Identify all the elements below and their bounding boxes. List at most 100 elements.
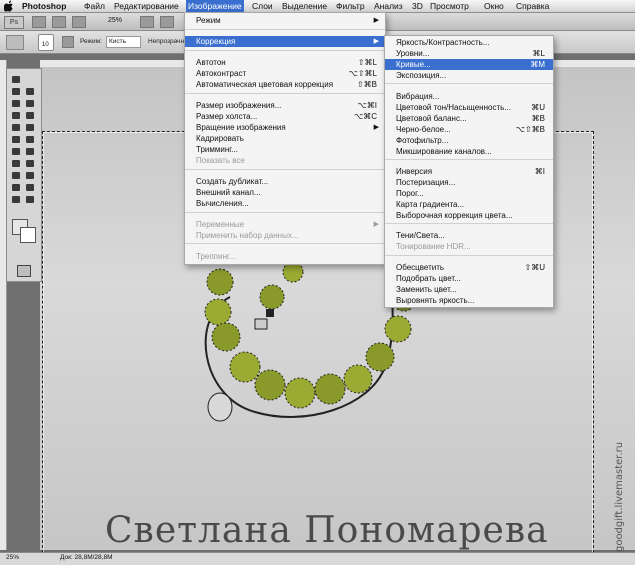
clone-stamp-tool-icon[interactable] (25, 123, 35, 132)
adjust-menu-item[interactable]: Цветовой тон/Насыщенность... ⌘U (385, 102, 553, 113)
adjust-menu-item[interactable]: Заменить цвет... (385, 284, 553, 295)
menu-separator (185, 29, 385, 30)
adjust-menu-item[interactable]: Уровни... ⌘L (385, 48, 553, 59)
image-menu-item[interactable]: Коррекция ▶ (185, 36, 385, 47)
move-tool-icon[interactable] (11, 75, 21, 84)
3d-rotate-tool-icon[interactable] (25, 183, 35, 192)
menu-select[interactable]: Выделение (282, 0, 327, 12)
adjust-menu-item-label: Выровнять яркость... (396, 296, 475, 305)
adjust-menu-item[interactable]: Вибрация... (385, 91, 553, 102)
extras-icon[interactable] (72, 16, 86, 28)
adjust-menu-item[interactable]: Яркость/Контрастность... (385, 37, 553, 48)
adjust-menu-item: Тонирование HDR... (385, 241, 553, 252)
lasso-tool-icon[interactable] (25, 87, 35, 96)
adjust-menu-item[interactable]: Фотофильтр... (385, 135, 553, 146)
image-menu-item[interactable]: Автоконтраст ⌥⇧⌘L (185, 68, 385, 79)
rotate-view-icon[interactable] (160, 16, 174, 28)
bridge-icon[interactable] (32, 16, 46, 28)
image-menu-item-label: Переменные (196, 220, 245, 229)
dodge-tool-icon[interactable] (11, 159, 21, 168)
adjust-menu-item[interactable]: Микширование каналов... (385, 146, 553, 157)
image-menu-item[interactable]: Вращение изображения ▶ (185, 122, 385, 133)
image-menu-item[interactable]: Тримминг... (185, 144, 385, 155)
menu-window[interactable]: Окно (484, 0, 504, 12)
adjust-menu-item[interactable]: Обесцветить ⇧⌘U (385, 262, 553, 273)
image-menu-item[interactable]: Автотон ⇧⌘L (185, 57, 385, 68)
adjust-menu-item-label: Фотофильтр... (396, 136, 449, 145)
menu-filter[interactable]: Фильтр (336, 0, 365, 12)
brush-tool-icon[interactable] (6, 35, 24, 50)
menu-view[interactable]: Просмотр (430, 0, 469, 12)
menu-file[interactable]: Файл (84, 0, 105, 12)
adjust-menu-item[interactable]: Подобрать цвет... (385, 273, 553, 284)
adjust-menu-item-label: Тонирование HDR... (396, 242, 471, 251)
marquee-tool-icon[interactable] (11, 87, 21, 96)
quick-select-tool-icon[interactable] (11, 99, 21, 108)
image-menu-item[interactable]: Размер изображения... ⌥⌘I (185, 100, 385, 111)
quick-mask-icon[interactable] (17, 265, 31, 277)
image-menu-item[interactable]: Кадрировать (185, 133, 385, 144)
menu-edit[interactable]: Редактирование (114, 0, 179, 12)
history-brush-tool-icon[interactable] (11, 135, 21, 144)
adjust-menu-item[interactable]: Черно-белое... ⌥⇧⌘B (385, 124, 553, 135)
adjust-menu-item[interactable]: Кривые... ⌘M (385, 59, 553, 70)
adjust-menu-item-label: Подобрать цвет... (396, 274, 461, 283)
menu-image[interactable]: Изображение (186, 0, 244, 12)
adjust-menu-item[interactable]: Инверсия ⌘I (385, 166, 553, 177)
minibridge-icon[interactable] (52, 16, 66, 28)
adjust-menu-item-label: Цветовой баланс... (396, 114, 467, 123)
adjust-menu-item[interactable]: Выборочная коррекция цвета... (385, 210, 553, 221)
image-menu-item[interactable]: Режим ▶ (185, 15, 385, 26)
brush-panel-icon[interactable] (62, 36, 74, 48)
adjust-menu-item[interactable]: Экспозиция... (385, 70, 553, 81)
blur-tool-icon[interactable] (25, 147, 35, 156)
hand-tool-icon[interactable] (11, 195, 21, 204)
status-zoom[interactable]: 25% (6, 554, 19, 561)
menu-analysis[interactable]: Анализ (374, 0, 403, 12)
image-menu-item-shortcut: ⌥⇧⌘L (348, 69, 377, 78)
image-menu-item-label: Размер изображения... (196, 101, 282, 110)
adjust-menu-item[interactable]: Тени/Света... (385, 230, 553, 241)
zoom-tool-icon[interactable] (25, 195, 35, 204)
crop-tool-icon[interactable] (25, 99, 35, 108)
apple-icon[interactable] (4, 0, 14, 12)
gradient-tool-icon[interactable] (11, 147, 21, 156)
eraser-tool-icon[interactable] (25, 135, 35, 144)
image-menu-item[interactable]: Автоматическая цветовая коррекция ⇧⌘B (185, 79, 385, 90)
adjust-menu-item-label: Черно-белое... (396, 125, 451, 134)
adjust-menu-item-shortcut: ⌘I (534, 167, 545, 176)
image-menu-item[interactable]: Внешний канал... (185, 187, 385, 198)
eyedropper-tool-icon[interactable] (11, 111, 21, 120)
adjust-menu-item[interactable]: Карта градиента... (385, 199, 553, 210)
healing-tool-icon[interactable] (25, 111, 35, 120)
image-menu-item-shortcut: ⇧⌘L (357, 58, 377, 67)
menu-layers[interactable]: Слои (252, 0, 273, 12)
menu-help[interactable]: Справка (516, 0, 549, 12)
image-menu-item[interactable]: Размер холста... ⌥⌘C (185, 111, 385, 122)
adjust-menu-item[interactable]: Постеризация... (385, 177, 553, 188)
path-select-tool-icon[interactable] (25, 171, 35, 180)
image-menu-item[interactable]: Вычисления... (185, 198, 385, 209)
adjust-menu-item[interactable]: Выровнять яркость... (385, 295, 553, 306)
image-menu-item-label: Применить набор данных... (196, 231, 299, 240)
menu-3d[interactable]: 3D (412, 0, 423, 12)
background-color-swatch[interactable] (20, 227, 36, 243)
brush-preset-picker[interactable]: 10 (38, 34, 54, 51)
menu-photoshop[interactable]: Photoshop (22, 0, 66, 12)
adjust-menu-item-label: Постеризация... (396, 178, 456, 187)
adjust-menu-item[interactable]: Порог... (385, 188, 553, 199)
adjust-menu-item-shortcut: ⌥⇧⌘B (515, 125, 545, 134)
watermark-text: goodgift.livemaster.ru (614, 441, 625, 552)
type-tool-icon[interactable] (11, 171, 21, 180)
pen-tool-icon[interactable] (25, 159, 35, 168)
image-menu-item[interactable]: Создать дубликат... (185, 176, 385, 187)
shape-tool-icon[interactable] (11, 183, 21, 192)
brush-tool-icon-panel[interactable] (11, 123, 21, 132)
menu-separator (185, 93, 385, 94)
mode-select[interactable]: Кисть (106, 36, 142, 48)
hand-icon[interactable] (140, 16, 154, 28)
menu-separator (385, 223, 553, 224)
zoom-level[interactable]: 25% (108, 17, 122, 24)
adjust-menu-item[interactable]: Цветовой баланс... ⌘B (385, 113, 553, 124)
adjust-menu-item-label: Тени/Света... (396, 231, 445, 240)
